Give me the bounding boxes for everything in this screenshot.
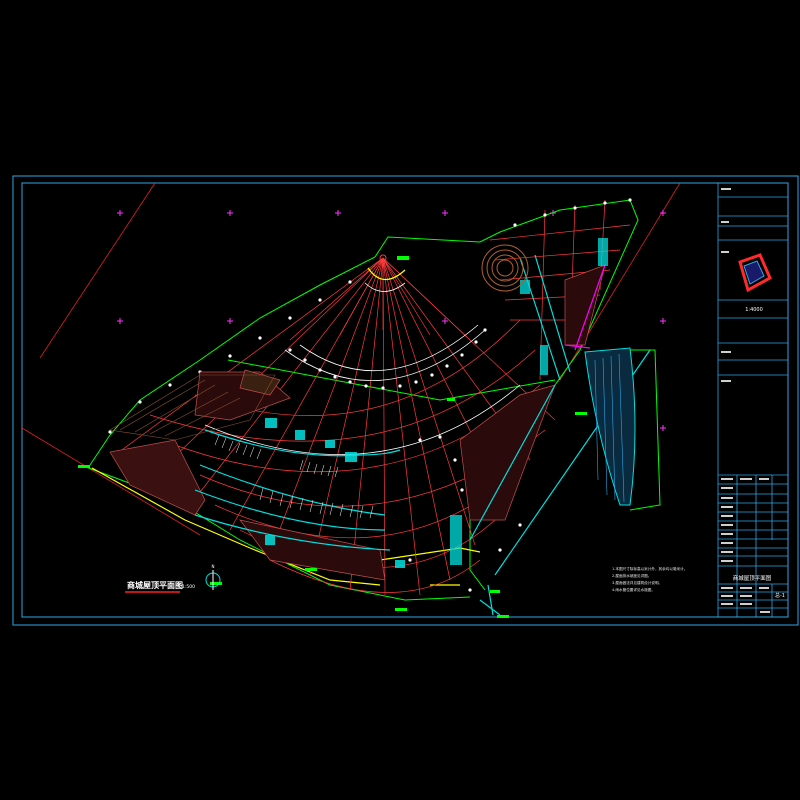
north-label: N <box>212 564 215 569</box>
key-plan-scale: 1:4000 <box>745 307 763 313</box>
note-line-1: 1.本图尺寸除标高以米计外，其余均以毫米计。 <box>612 566 687 571</box>
drawing-scale-text: 1:500 <box>182 584 195 590</box>
note-line-3: 3.屋面做法详见建筑设计说明。 <box>612 580 662 585</box>
cad-drawing: 1:4000 商城屋顶平面图 总-1 1.本图尺寸除标高以米计外，其余均以毫米计… <box>0 0 800 800</box>
note-line-4: 4.雨水管位置详见水施图。 <box>612 587 655 592</box>
title-block-project-name: 商城屋顶平面图 <box>733 574 772 582</box>
note-line-2: 2.屋面排水坡度见详图。 <box>612 573 651 578</box>
drawing-title-text: 商城屋顶平面图 <box>127 580 183 590</box>
title-block-sheet-no: 总-1 <box>775 592 785 599</box>
